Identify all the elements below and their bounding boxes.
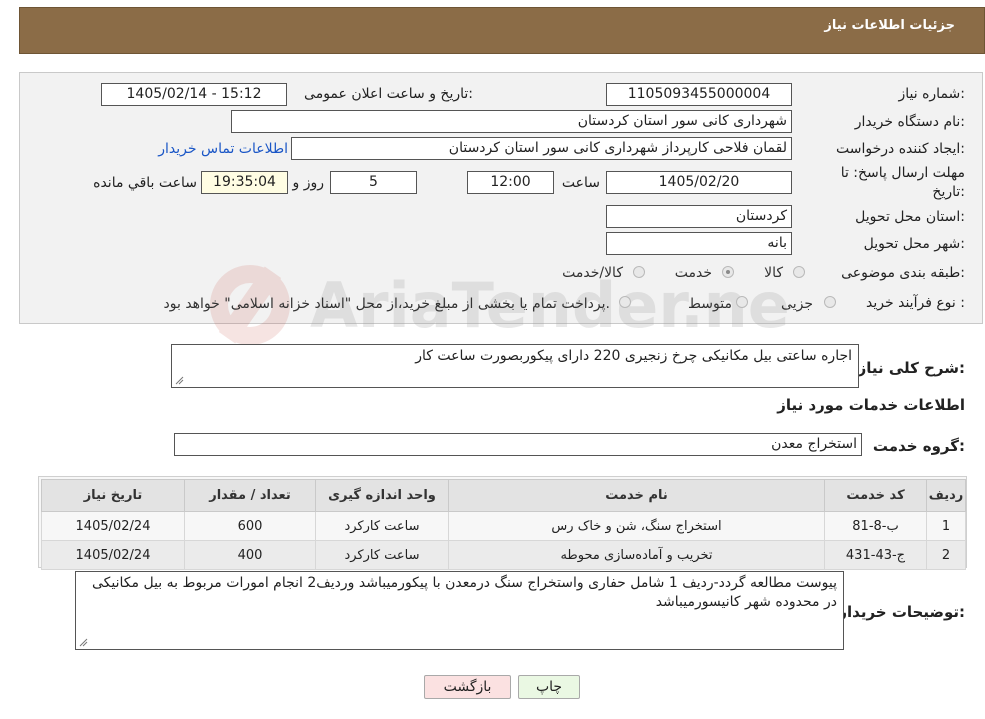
remaining-time-field: 19:35:04 xyxy=(201,171,288,194)
cell-row-number: 2 xyxy=(926,540,966,570)
services-section-title: اطلاعات خدمات مورد نیاز xyxy=(777,396,965,414)
category-option-goods: کالا xyxy=(764,265,783,281)
page-title: جزئیات اطلاعات نیاز xyxy=(824,18,955,33)
cell-service-code: ج-43-431 xyxy=(824,540,927,570)
print-button[interactable]: چاپ xyxy=(518,675,580,699)
col-header-service-code: کد خدمت xyxy=(824,479,927,512)
city-field: بانه xyxy=(606,232,792,255)
resize-grip-icon xyxy=(175,376,184,385)
resize-grip-icon xyxy=(79,638,88,647)
announce-datetime-field: 1405/02/14 - 15:12 xyxy=(101,83,287,106)
deadline-days-label: روز و xyxy=(292,175,325,191)
services-table-container: ردیف کد خدمت نام خدمت واحد اندازه گیری ت… xyxy=(38,476,967,570)
back-button[interactable]: بازگشت xyxy=(424,675,511,699)
buyer-notes-label: توضیحات خریدار: xyxy=(838,603,965,621)
purchase-type-radio-minor[interactable] xyxy=(824,296,836,308)
deadline-date-field: 1405/02/20 xyxy=(606,171,792,194)
category-option-service: خدمت xyxy=(674,265,712,281)
category-option-goods-service: کالا/خدمت xyxy=(562,265,623,281)
deadline-label-line1: مهلت ارسال پاسخ: تا xyxy=(840,165,965,181)
service-group-field: استخراج معدن xyxy=(174,433,862,456)
announce-datetime-label: تاریخ و ساعت اعلان عمومی: xyxy=(304,86,473,102)
need-number-label: شماره نیاز: xyxy=(898,86,965,102)
category-radio-goods[interactable] xyxy=(793,266,805,278)
cell-service-name: استخراج سنگ، شن و خاک رس xyxy=(448,511,825,541)
category-radio-goods-service[interactable] xyxy=(633,266,645,278)
deadline-days-field: 5 xyxy=(330,171,417,194)
buyer-notes-text: پیوست مطالعه گردد-ردیف 1 شامل حفاری واست… xyxy=(92,575,837,610)
services-table: ردیف کد خدمت نام خدمت واحد اندازه گیری ت… xyxy=(41,479,966,570)
col-header-quantity: تعداد / مقدار xyxy=(184,479,316,512)
purchase-type-option-minor: جزیی xyxy=(781,296,813,312)
cell-need-date: 1405/02/24 xyxy=(41,540,185,570)
cell-service-name: تخریب و آماده‌سازی محوطه xyxy=(448,540,825,570)
cell-unit: ساعت کارکرد xyxy=(315,511,449,541)
service-group-label: گروه خدمت: xyxy=(872,437,965,455)
col-header-row-number: ردیف xyxy=(926,479,966,512)
category-label: طبقه بندی موضوعی: xyxy=(841,265,965,281)
cell-service-code: ب-8-81 xyxy=(824,511,927,541)
remaining-time-label: ساعت باقي مانده xyxy=(93,175,197,191)
purchase-type-radio-medium[interactable] xyxy=(736,296,748,308)
category-radio-service[interactable] xyxy=(722,266,734,278)
col-header-unit: واحد اندازه گیری xyxy=(315,479,449,512)
purchase-type-label: نوع فرآیند خرید : xyxy=(866,295,965,311)
buyer-contact-link[interactable]: اطلاعات تماس خریدار xyxy=(158,141,288,157)
summary-field: اجاره ساعتی بیل مکانیکی چرخ زنجیری 220 د… xyxy=(171,344,859,388)
requester-field: لقمان فلاحی کارپرداز شهرداری کانی سور اس… xyxy=(291,137,792,160)
cell-row-number: 1 xyxy=(926,511,966,541)
cell-need-date: 1405/02/24 xyxy=(41,511,185,541)
buyer-org-label: نام دستگاه خریدار: xyxy=(854,114,965,130)
city-label: شهر محل تحویل: xyxy=(863,236,965,252)
table-row: 2 ج-43-431 تخریب و آماده‌سازی محوطه ساعت… xyxy=(41,540,966,570)
summary-text: اجاره ساعتی بیل مکانیکی چرخ زنجیری 220 د… xyxy=(415,348,852,364)
requester-label: ایجاد کننده درخواست: xyxy=(836,141,965,157)
cell-quantity: 400 xyxy=(184,540,316,570)
summary-label: شرح کلی نیاز: xyxy=(857,359,965,377)
deadline-time-label: ساعت xyxy=(561,175,600,191)
treasury-docs-radio[interactable] xyxy=(619,296,631,308)
cell-quantity: 600 xyxy=(184,511,316,541)
buyer-org-field: شهرداری کانی سور استان کردستان xyxy=(231,110,792,133)
deadline-time-field: 12:00 xyxy=(467,171,554,194)
buyer-notes-field: پیوست مطالعه گردد-ردیف 1 شامل حفاری واست… xyxy=(75,571,844,650)
treasury-docs-note: پرداخت تمام یا بخشی از مبلغ خرید،از محل … xyxy=(163,296,610,312)
province-label: استان محل تحویل: xyxy=(855,209,965,225)
need-number-field: 1105093455000004 xyxy=(606,83,792,106)
table-header-row: ردیف کد خدمت نام خدمت واحد اندازه گیری ت… xyxy=(41,479,966,512)
table-row: 1 ب-8-81 استخراج سنگ، شن و خاک رس ساعت ک… xyxy=(41,511,966,541)
purchase-type-option-medium: متوسط xyxy=(688,296,732,312)
col-header-need-date: تاریخ نیاز xyxy=(41,479,185,512)
cell-unit: ساعت کارکرد xyxy=(315,540,449,570)
deadline-label-line2: تاریخ: xyxy=(932,184,965,200)
col-header-service-name: نام خدمت xyxy=(448,479,825,512)
province-field: کردستان xyxy=(606,205,792,228)
